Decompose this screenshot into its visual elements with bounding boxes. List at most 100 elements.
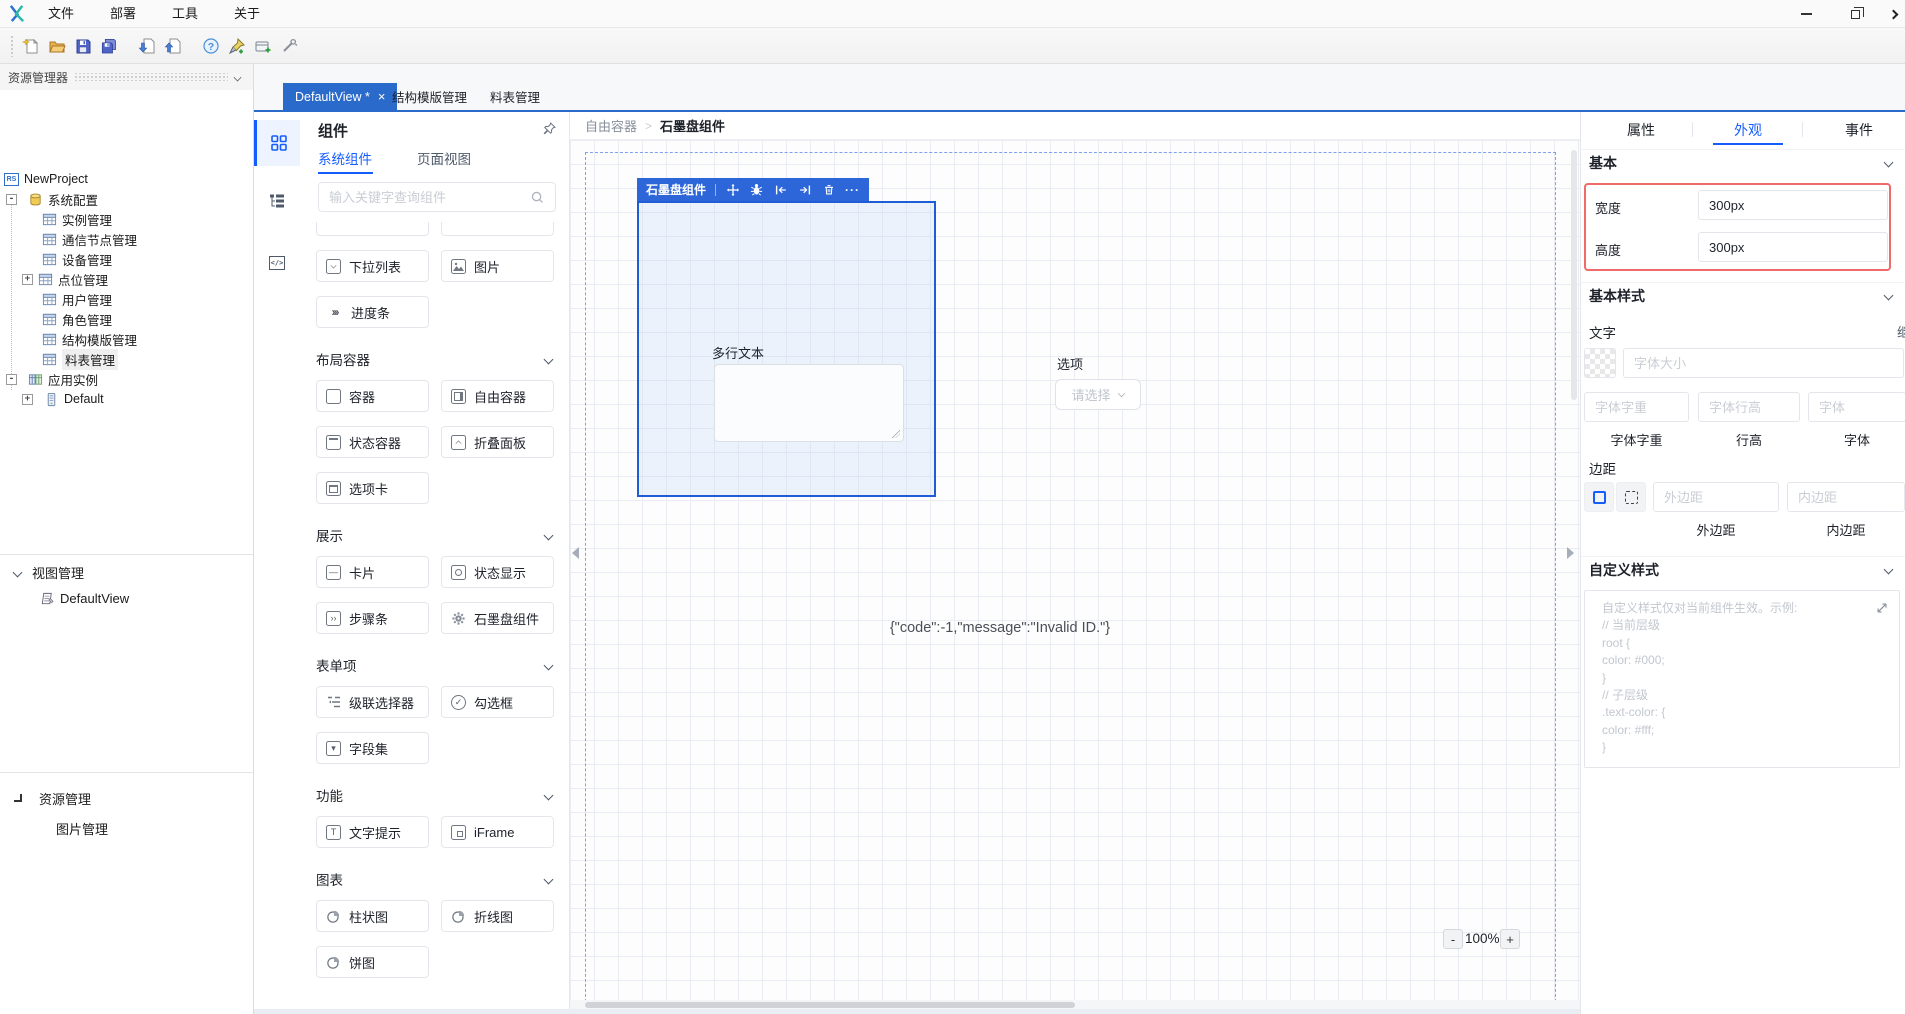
section-custom-style[interactable]: 自定义样式 [1581, 556, 1905, 582]
align-left-icon[interactable] [773, 182, 788, 197]
group-header-function[interactable]: 功能 [316, 786, 552, 804]
collapse-expander-icon[interactable]: - [6, 374, 17, 385]
import-button[interactable] [134, 32, 160, 60]
doc-tab-structure-template[interactable]: 结构模版管理 [380, 83, 479, 110]
section-basic-style[interactable]: 基本样式 [1581, 282, 1905, 308]
component-item-clipped[interactable] [316, 222, 429, 236]
vertical-scrollbar-thumb[interactable] [1571, 150, 1577, 400]
breadcrumb-parent[interactable]: 自由容器 [585, 116, 637, 135]
move-icon[interactable] [725, 182, 740, 197]
zoom-in-button[interactable]: + [1500, 929, 1520, 949]
component-item-status-display[interactable]: 状态显示 [441, 556, 554, 588]
font-weight-input[interactable] [1584, 392, 1689, 422]
help-button[interactable] [198, 32, 224, 60]
resources-section-header[interactable]: 资源管理 [14, 788, 91, 808]
tree-node-material-table-mgmt[interactable]: 料表管理 [42, 349, 118, 369]
graphite-widget-selected[interactable] [637, 201, 936, 497]
collapse-expander-icon[interactable]: - [6, 194, 17, 205]
horizontal-scrollbar-thumb[interactable] [585, 1002, 1075, 1008]
connect-plugin-button[interactable] [224, 32, 250, 60]
height-input[interactable] [1698, 232, 1888, 262]
tree-node-user-mgmt[interactable]: 用户管理 [42, 289, 112, 309]
pin-icon[interactable] [542, 121, 557, 141]
minimize-button[interactable] [1789, 0, 1823, 28]
component-item-free-container[interactable]: 自由容器 [441, 380, 554, 412]
line-height-input[interactable] [1698, 392, 1800, 422]
tree-node-instance-mgmt[interactable]: 实例管理 [42, 209, 112, 229]
resource-item-image-mgmt[interactable]: 图片管理 [56, 818, 108, 838]
menu-file[interactable]: 文件 [41, 0, 81, 28]
tab-events[interactable]: 事件 [1845, 120, 1873, 140]
component-item-progressbar[interactable]: ›››进度条 [316, 296, 429, 328]
zoom-out-button[interactable]: - [1443, 929, 1463, 949]
tree-node-app-instance[interactable]: - 应用实例 [6, 369, 98, 389]
component-item-pie-chart[interactable]: 饼图 [316, 946, 429, 978]
multiline-textarea[interactable] [714, 364, 904, 442]
component-item-line-chart[interactable]: 折线图 [441, 900, 554, 932]
bug-icon[interactable] [749, 182, 764, 197]
tab-page-views[interactable]: 页面视图 [417, 148, 471, 168]
export-button[interactable] [160, 32, 186, 60]
margin-input[interactable] [1653, 482, 1779, 512]
doc-tab-material-table[interactable]: 料表管理 [478, 83, 552, 110]
view-item-defaultview[interactable]: DefaultView [40, 588, 129, 608]
component-item-collapse-panel[interactable]: 折叠面板 [441, 426, 554, 458]
breadcrumb-current[interactable]: 石墨盘组件 [660, 116, 725, 135]
component-item-iframe[interactable]: iFrame [441, 816, 554, 848]
custom-style-editor[interactable]: 自定义样式仅对当前组件生效。示例: // 当前层级 root { color: … [1584, 590, 1900, 768]
delete-icon[interactable] [821, 182, 836, 197]
restore-button[interactable] [1838, 0, 1872, 28]
search-input[interactable] [329, 190, 530, 205]
tree-node-project[interactable]: RS NewProject [4, 169, 88, 189]
expand-editor-icon[interactable] [1875, 601, 1889, 620]
tree-node-role-mgmt[interactable]: 角色管理 [42, 309, 112, 329]
width-input[interactable] [1698, 190, 1888, 220]
add-template-button[interactable] [250, 32, 276, 60]
component-item-graphite-widget[interactable]: 石墨盘组件 [441, 602, 554, 634]
design-canvas[interactable]: 石墨盘组件 ··· 多行文本 选项 请选择 {"code":-1,"messag… [570, 140, 1580, 1000]
resize-handle[interactable] [892, 430, 900, 438]
expand-expander-icon[interactable]: + [22, 394, 33, 405]
component-item-state-container[interactable]: 状态容器 [316, 426, 429, 458]
views-section-header[interactable]: 视图管理 [14, 562, 84, 582]
menu-about[interactable]: 关于 [227, 0, 267, 28]
padding-mode-button[interactable] [1616, 482, 1646, 512]
component-item-fieldset[interactable]: ▾字段集 [316, 732, 429, 764]
component-item-tooltip[interactable]: T文字提示 [316, 816, 429, 848]
open-folder-button[interactable] [44, 32, 70, 60]
tree-node-default[interactable]: + Default [22, 389, 104, 409]
group-header-form[interactable]: 表单项 [316, 656, 552, 674]
save-all-button[interactable] [96, 32, 122, 60]
panel-mode-components[interactable] [254, 120, 300, 166]
menu-tools[interactable]: 工具 [165, 0, 205, 28]
component-item-card[interactable]: —卡片 [316, 556, 429, 588]
more-icon[interactable]: ··· [845, 183, 860, 197]
tab-properties[interactable]: 属性 [1627, 120, 1655, 140]
menu-deploy[interactable]: 部署 [103, 0, 143, 28]
collapse-left-panel-handle[interactable] [572, 547, 579, 559]
panel-mode-outline[interactable] [254, 178, 300, 224]
panel-mode-source[interactable]: </> [254, 240, 300, 286]
expand-expander-icon[interactable]: + [22, 274, 33, 285]
wand-button[interactable] [276, 32, 302, 60]
component-item-dropdown[interactable]: 下拉列表 [316, 250, 429, 282]
component-item-cascader[interactable]: 级联选择器 [316, 686, 429, 718]
option-select[interactable]: 请选择 [1055, 379, 1141, 410]
section-basic[interactable]: 基本 [1581, 149, 1905, 175]
save-button[interactable] [70, 32, 96, 60]
component-item-bar-chart[interactable]: 柱状图 [316, 900, 429, 932]
group-header-layout[interactable]: 布局容器 [316, 350, 552, 368]
component-item-tabs[interactable]: 选项卡 [316, 472, 429, 504]
component-item-steps[interactable]: ››步骤条 [316, 602, 429, 634]
component-item-clipped[interactable] [441, 222, 554, 236]
tree-node-structure-template-mgmt[interactable]: 结构模版管理 [42, 329, 137, 349]
tree-node-device-mgmt[interactable]: 设备管理 [42, 249, 112, 269]
group-header-charts[interactable]: 图表 [316, 870, 552, 888]
margin-mode-button[interactable] [1584, 482, 1614, 512]
font-size-input[interactable] [1623, 348, 1904, 378]
padding-input[interactable] [1787, 482, 1905, 512]
component-item-checkbox[interactable]: ✓勾选框 [441, 686, 554, 718]
tab-system-components[interactable]: 系统组件 [318, 148, 372, 168]
tab-appearance[interactable]: 外观 [1734, 120, 1762, 140]
new-file-button[interactable] [18, 32, 44, 60]
